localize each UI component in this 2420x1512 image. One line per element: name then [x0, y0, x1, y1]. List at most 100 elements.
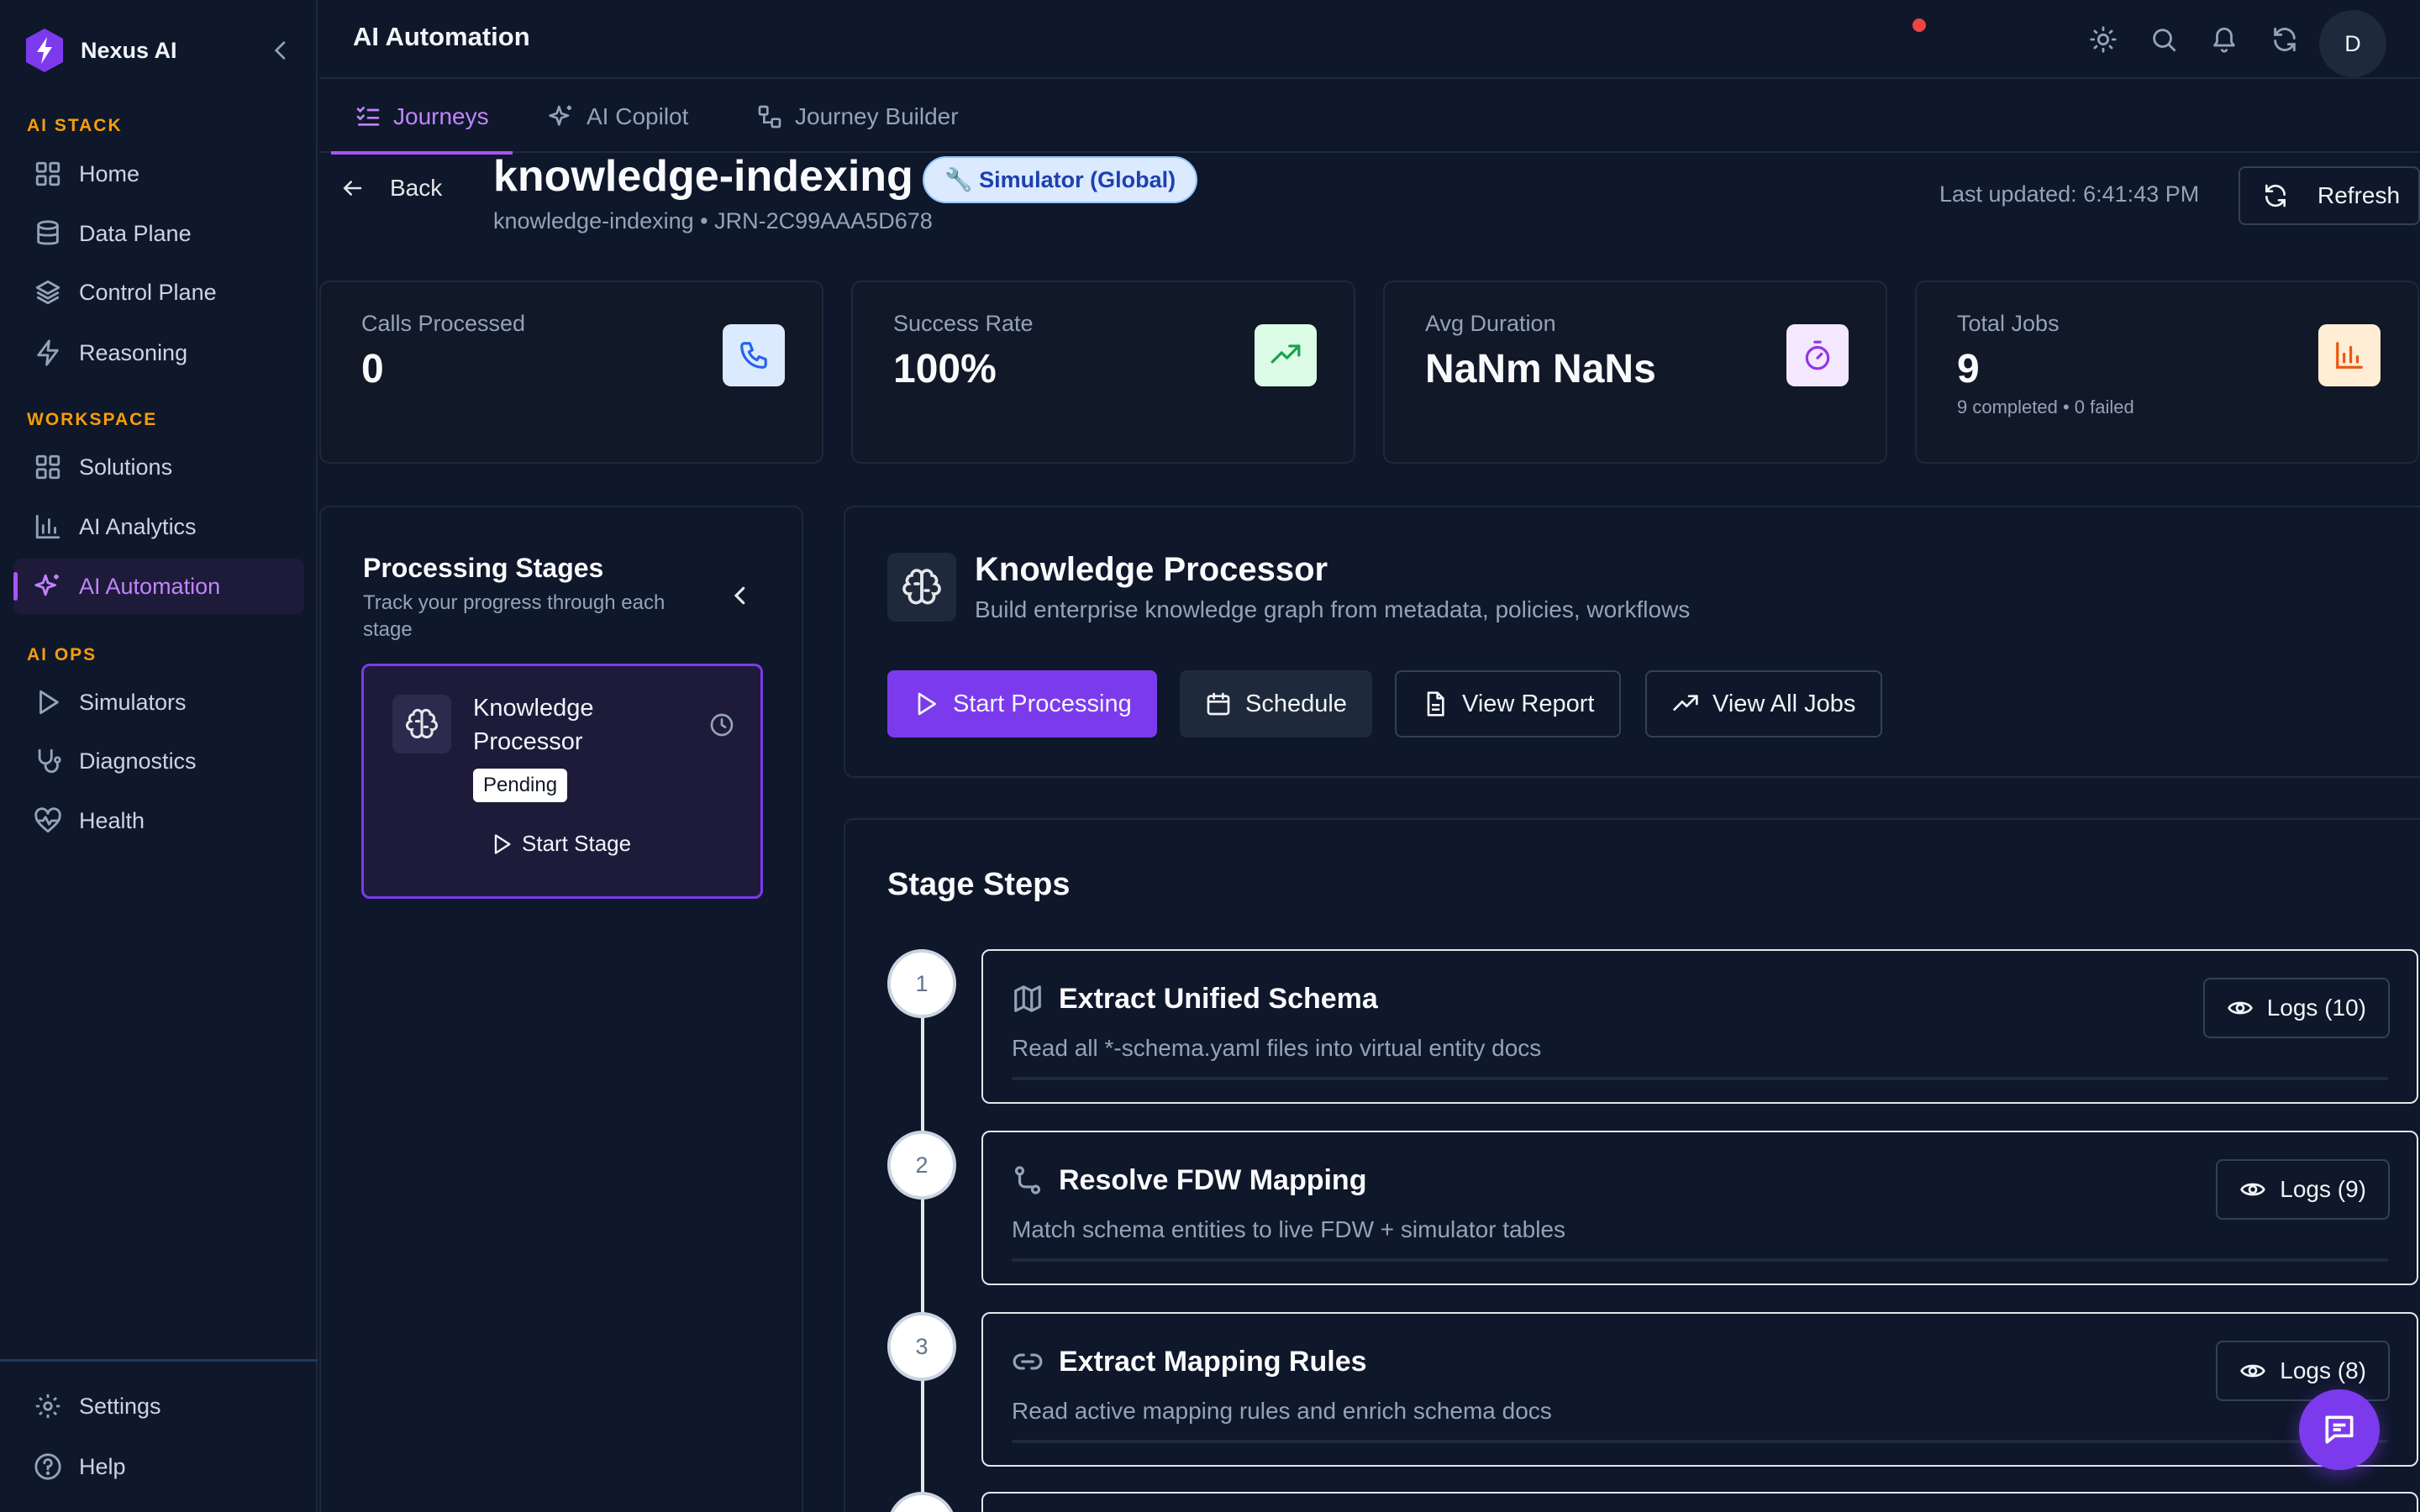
sun-icon[interactable] [2089, 25, 2118, 54]
trending-up-icon [1672, 690, 1699, 717]
button-label: View Report [1462, 690, 1595, 717]
app-name: Nexus AI [81, 37, 177, 63]
step-card-extract-unified-schema[interactable]: Extract Unified Schema Read all *-schema… [981, 949, 2418, 1104]
sidebar-item-ai-automation[interactable]: AI Automation [13, 559, 304, 614]
avatar[interactable]: D [2319, 10, 2386, 77]
stat-card-avg-duration: Avg Duration NaNm NaNs [1383, 281, 1887, 464]
tab-journeys[interactable]: Journeys [331, 81, 513, 155]
schedule-button[interactable]: Schedule [1180, 670, 1372, 738]
refresh-icon [2262, 182, 2289, 209]
eye-icon [2239, 1357, 2266, 1384]
bar-chart-icon [2333, 339, 2365, 371]
step-number: 2 [887, 1131, 956, 1200]
timeline-line [921, 963, 924, 1512]
page-subtitle: knowledge-indexing • JRN-2C99AAA5D678 [493, 208, 933, 234]
sidebar-item-control-plane[interactable]: Control Plane [13, 265, 304, 320]
nexus-logo-icon [24, 27, 66, 74]
view-report-button[interactable]: View Report [1395, 670, 1622, 738]
sidebar-item-ai-analytics[interactable]: AI Analytics [13, 499, 304, 554]
stat-value: 9 [1957, 347, 1980, 391]
notification-dot [1912, 18, 1926, 32]
sidebar-item-help[interactable]: Help [13, 1439, 304, 1494]
step-progress-bar [1012, 1077, 2388, 1080]
timer-icon [1802, 339, 1833, 371]
sidebar-item-health[interactable]: Health [13, 793, 304, 848]
refresh-label: Refresh [2317, 182, 2401, 208]
step-progress-bar [1012, 1440, 2388, 1443]
step-title: Extract Mapping Rules [1059, 1346, 1367, 1378]
calendar-icon [1205, 690, 1232, 717]
sparkles-icon [548, 103, 575, 130]
step-card-partial[interactable] [981, 1492, 2418, 1512]
stat-card-success-rate: Success Rate 100% [851, 281, 1355, 464]
sidebar-item-reasoning[interactable]: Reasoning [13, 325, 304, 381]
help-circle-icon [34, 1452, 62, 1481]
heart-pulse-icon [34, 806, 62, 835]
back-label: Back [390, 175, 443, 201]
stage-card-knowledge-processor[interactable]: Knowledge Processor Pending Start Stage [361, 664, 763, 899]
sidebar-item-label: Home [79, 160, 140, 186]
step-progress-bar [1012, 1258, 2388, 1262]
sidebar-item-data-plane[interactable]: Data Plane [13, 206, 304, 261]
sidebar-item-simulators[interactable]: Simulators [13, 675, 304, 730]
button-label: View All Jobs [1712, 690, 1856, 717]
header-title: AI Automation [353, 22, 530, 51]
sidebar-item-solutions[interactable]: Solutions [13, 439, 304, 495]
logs-button[interactable]: Logs (10) [2202, 978, 2390, 1038]
sidebar-item-label: Simulators [79, 689, 187, 715]
brand[interactable]: Nexus AI [24, 25, 177, 76]
eye-icon [2227, 995, 2254, 1021]
step-description: Read all *-schema.yaml files into virtua… [1012, 1035, 1542, 1061]
refresh-button[interactable]: Refresh [2238, 166, 2420, 225]
tab-journey-builder[interactable]: Journey Builder [756, 81, 959, 153]
link-icon [1012, 1346, 1044, 1378]
start-processing-button[interactable]: Start Processing [887, 670, 1157, 738]
step-description: Read active mapping rules and enrich sch… [1012, 1398, 1552, 1424]
stage-detail-panel: Knowledge Processor Build enterprise kno… [844, 506, 2420, 778]
step-description: Match schema entities to live FDW + simu… [1012, 1216, 1566, 1242]
logs-label: Logs (10) [2266, 995, 2366, 1021]
search-icon[interactable] [2149, 25, 2178, 54]
status-badge: Pending [473, 769, 568, 802]
stat-value: 0 [361, 347, 384, 391]
tab-ai-copilot[interactable]: AI Copilot [548, 81, 688, 153]
detail-description: Build enterprise knowledge graph from me… [975, 596, 1691, 622]
chat-button[interactable] [2299, 1389, 2380, 1470]
refresh-icon[interactable] [2270, 25, 2299, 54]
bell-icon[interactable] [2210, 25, 2238, 54]
brain-icon [902, 567, 942, 607]
list-checks-icon [355, 103, 381, 130]
sidebar-item-label: Reasoning [79, 339, 188, 365]
start-stage-button[interactable]: Start Stage [490, 831, 631, 857]
sidebar-item-label: Diagnostics [79, 748, 197, 774]
stat-value: 100% [893, 347, 997, 391]
stat-subtext: 9 completed • 0 failed [1957, 396, 2134, 417]
stat-card-total-jobs: Total Jobs 9 9 completed • 0 failed [1915, 281, 2419, 464]
view-all-jobs-button[interactable]: View All Jobs [1645, 670, 1883, 738]
arrow-left-icon [339, 176, 365, 201]
sidebar-item-settings[interactable]: Settings [13, 1378, 304, 1434]
lightning-icon [34, 339, 62, 367]
button-label: Start Processing [953, 690, 1132, 717]
detail-title: Knowledge Processor [975, 551, 1328, 588]
logs-button[interactable]: Logs (8) [2216, 1341, 2390, 1401]
chevron-left-icon[interactable] [267, 37, 294, 64]
sidebar-item-label: AI Automation [79, 573, 221, 599]
tab-bar: Journeys AI Copilot Journey Builder [319, 81, 2420, 155]
grid-icon [34, 453, 62, 481]
grid-icon [34, 160, 62, 188]
section-label-workspace: WORKSPACE [27, 410, 158, 429]
sidebar-item-label: Health [79, 807, 145, 833]
play-icon [913, 690, 939, 717]
back-button[interactable]: Back [339, 175, 442, 202]
step-card-extract-mapping-rules[interactable]: Extract Mapping Rules Read active mappin… [981, 1312, 2418, 1467]
document-icon [1422, 690, 1449, 717]
sidebar-item-label: Control Plane [79, 279, 217, 305]
sidebar-item-diagnostics[interactable]: Diagnostics [13, 733, 304, 789]
logs-button[interactable]: Logs (9) [2216, 1159, 2390, 1220]
stat-value: NaNm NaNs [1425, 347, 1656, 391]
chevron-left-icon[interactable] [728, 583, 753, 608]
sidebar-item-home[interactable]: Home [13, 146, 304, 202]
step-card-resolve-fdw-mapping[interactable]: Resolve FDW Mapping Match schema entitie… [981, 1131, 2418, 1285]
logs-label: Logs (9) [2280, 1176, 2366, 1202]
